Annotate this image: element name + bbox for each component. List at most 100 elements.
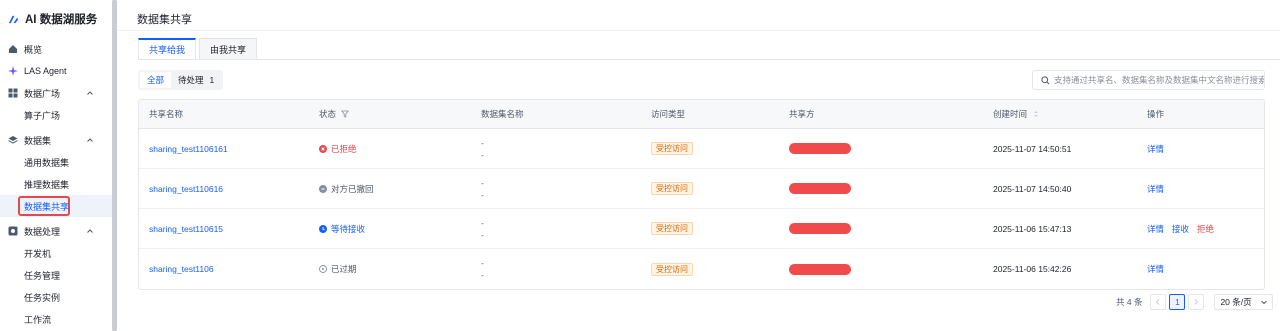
- access-type-cell: 受控访问: [651, 142, 693, 155]
- sidebar-item-workflow[interactable]: 工作流: [0, 308, 112, 330]
- actions-cell: 详情: [1147, 183, 1172, 195]
- layers-icon: [8, 135, 18, 145]
- page-size-value: 20 条/页: [1220, 297, 1252, 307]
- status-filter: 全部 待处理 1: [138, 70, 224, 90]
- dataset-name: -: [481, 137, 484, 148]
- sidebar-item-dataset-sharing[interactable]: 数据集共享: [0, 195, 112, 217]
- accept-link[interactable]: 接收: [1172, 223, 1189, 235]
- chevron-up-icon[interactable]: [86, 89, 94, 97]
- sidebar-item-data-processing[interactable]: 数据处理: [0, 220, 112, 242]
- detail-link[interactable]: 详情: [1147, 263, 1164, 275]
- tabs-divider: [138, 59, 1280, 60]
- created-time: 2025-11-06 15:42:26: [993, 264, 1072, 274]
- detail-link[interactable]: 详情: [1147, 143, 1164, 155]
- filter-icon[interactable]: [341, 110, 350, 118]
- main-content: 数据集共享 共享给我 由我共享 全部 待处理 1 共享名称 状态 数据集名称 访…: [117, 0, 1280, 331]
- share-name-link[interactable]: sharing_test110616: [149, 184, 223, 194]
- sidebar-item-label: LAS Agent: [24, 66, 67, 76]
- filter-all[interactable]: 全部: [140, 72, 172, 88]
- sharer-cell: [789, 183, 851, 194]
- chevron-right-icon: [1195, 299, 1199, 305]
- grid-icon: [8, 88, 18, 98]
- access-type-cell: 受控访问: [651, 222, 693, 235]
- tab-shared-by-me[interactable]: 由我共享: [199, 38, 258, 60]
- tab-shared-with-me[interactable]: 共享给我: [138, 38, 197, 60]
- sidebar-item-label: 开发机: [24, 248, 52, 259]
- sidebar-item-label: 推理数据集: [24, 179, 70, 190]
- page-button-current[interactable]: 1: [1169, 294, 1186, 310]
- tab-bar: 共享给我 由我共享: [138, 38, 260, 60]
- table-row: sharing_test1106161 已拒绝 - - 受控访问 2025-11…: [139, 129, 1264, 169]
- dataset-name-cell: - -: [481, 257, 484, 281]
- sidebar-item-general-dataset[interactable]: 通用数据集: [0, 151, 112, 173]
- dataset-cn-name: -: [481, 270, 484, 280]
- pending-count-badge: 1: [209, 75, 215, 85]
- sidebar-item-label: 任务管理: [24, 270, 61, 281]
- table-row: sharing_test110616 对方已撤回 - - 受控访问 2025-1…: [139, 169, 1264, 209]
- sidebar-nav: 概览 LAS Agent 数据广场 算子广场 数据集 通用数据集 推理数据集 数…: [0, 38, 112, 330]
- col-share-name: 共享名称: [149, 109, 184, 119]
- sharer-cell: [789, 263, 851, 275]
- share-name-link[interactable]: sharing_test1106161: [149, 144, 228, 154]
- sharing-table: 共享名称 状态 数据集名称 访问类型 共享方 创建时间 操作 sharing_t…: [138, 99, 1265, 290]
- sidebar-item-label: 数据集共享: [24, 201, 70, 212]
- access-type-tag: 受控访问: [651, 262, 693, 276]
- status-text: 等待接收: [331, 223, 366, 234]
- sidebar-item-dev-machine[interactable]: 开发机: [0, 242, 112, 264]
- sidebar-item-task-instance[interactable]: 任务实例: [0, 286, 112, 308]
- filter-pending[interactable]: 待处理 1: [171, 72, 221, 88]
- col-created-time[interactable]: 创建时间: [993, 108, 1040, 120]
- sidebar-item-inference-dataset[interactable]: 推理数据集: [0, 173, 112, 195]
- home-icon: [8, 44, 18, 54]
- sort-icon[interactable]: [1032, 110, 1040, 118]
- sidebar-item-label: 数据广场: [24, 88, 61, 99]
- status-text: 对方已撤回: [331, 183, 374, 194]
- access-type-cell: 受控访问: [651, 262, 693, 276]
- redacted-sharer: [789, 143, 851, 154]
- sidebar-item-task-management[interactable]: 任务管理: [0, 264, 112, 286]
- dataset-name: -: [481, 177, 484, 188]
- col-status[interactable]: 状态: [319, 108, 350, 120]
- dataset-name-cell: - -: [481, 217, 484, 241]
- detail-link[interactable]: 详情: [1147, 183, 1164, 195]
- sidebar-item-operator-plaza[interactable]: 算子广场: [0, 104, 112, 126]
- sidebar-item-label: 任务实例: [24, 292, 61, 303]
- chevron-up-icon[interactable]: [86, 227, 94, 235]
- share-name-link[interactable]: sharing_test110615: [149, 224, 223, 234]
- sharer-cell: [789, 143, 851, 154]
- next-page-button[interactable]: [1188, 294, 1205, 310]
- status-cell: 已拒绝: [319, 143, 357, 155]
- sidebar-item-las-agent[interactable]: LAS Agent: [0, 60, 112, 82]
- col-status-label: 状态: [319, 109, 337, 119]
- actions-cell: 详情: [1147, 263, 1172, 275]
- status-text: 已过期: [331, 264, 357, 274]
- sidebar-item-label: 数据处理: [24, 226, 61, 237]
- share-name-link[interactable]: sharing_test1106: [149, 264, 214, 274]
- created-time: 2025-11-07 14:50:40: [993, 183, 1072, 194]
- actions-cell: 详情 接收 拒绝: [1147, 223, 1222, 235]
- status-cell: 等待接收: [319, 223, 365, 235]
- prev-page-button[interactable]: [1150, 294, 1167, 310]
- redacted-sharer: [789, 183, 851, 194]
- dataset-name: -: [481, 217, 484, 228]
- access-type-cell: 受控访问: [651, 182, 693, 195]
- sharer-cell: [789, 223, 851, 234]
- sidebar-item-dataset[interactable]: 数据集: [0, 129, 112, 151]
- divider: [117, 30, 1280, 31]
- sidebar-item-overview[interactable]: 概览: [0, 38, 112, 60]
- sidebar-item-data-plaza[interactable]: 数据广场: [0, 82, 112, 104]
- detail-link[interactable]: 详情: [1147, 223, 1164, 235]
- chevron-down-icon: [1260, 300, 1267, 305]
- brand[interactable]: AI 数据湖服务: [8, 11, 97, 27]
- search-input[interactable]: [1054, 75, 1264, 85]
- status-cell: 已过期: [319, 263, 357, 275]
- sidebar-item-label: 概览: [24, 44, 43, 55]
- reject-link[interactable]: 拒绝: [1197, 223, 1214, 235]
- filter-pending-label: 待处理: [178, 75, 204, 85]
- chevron-up-icon[interactable]: [86, 136, 94, 144]
- access-type-tag: 受控访问: [651, 222, 693, 235]
- withdrawn-icon: [319, 184, 327, 193]
- table-row: sharing_test1106 已过期 - - 受控访问 2025-11-06…: [139, 249, 1264, 289]
- page-size-select[interactable]: 20 条/页: [1214, 294, 1273, 310]
- dataset-name: -: [481, 258, 484, 268]
